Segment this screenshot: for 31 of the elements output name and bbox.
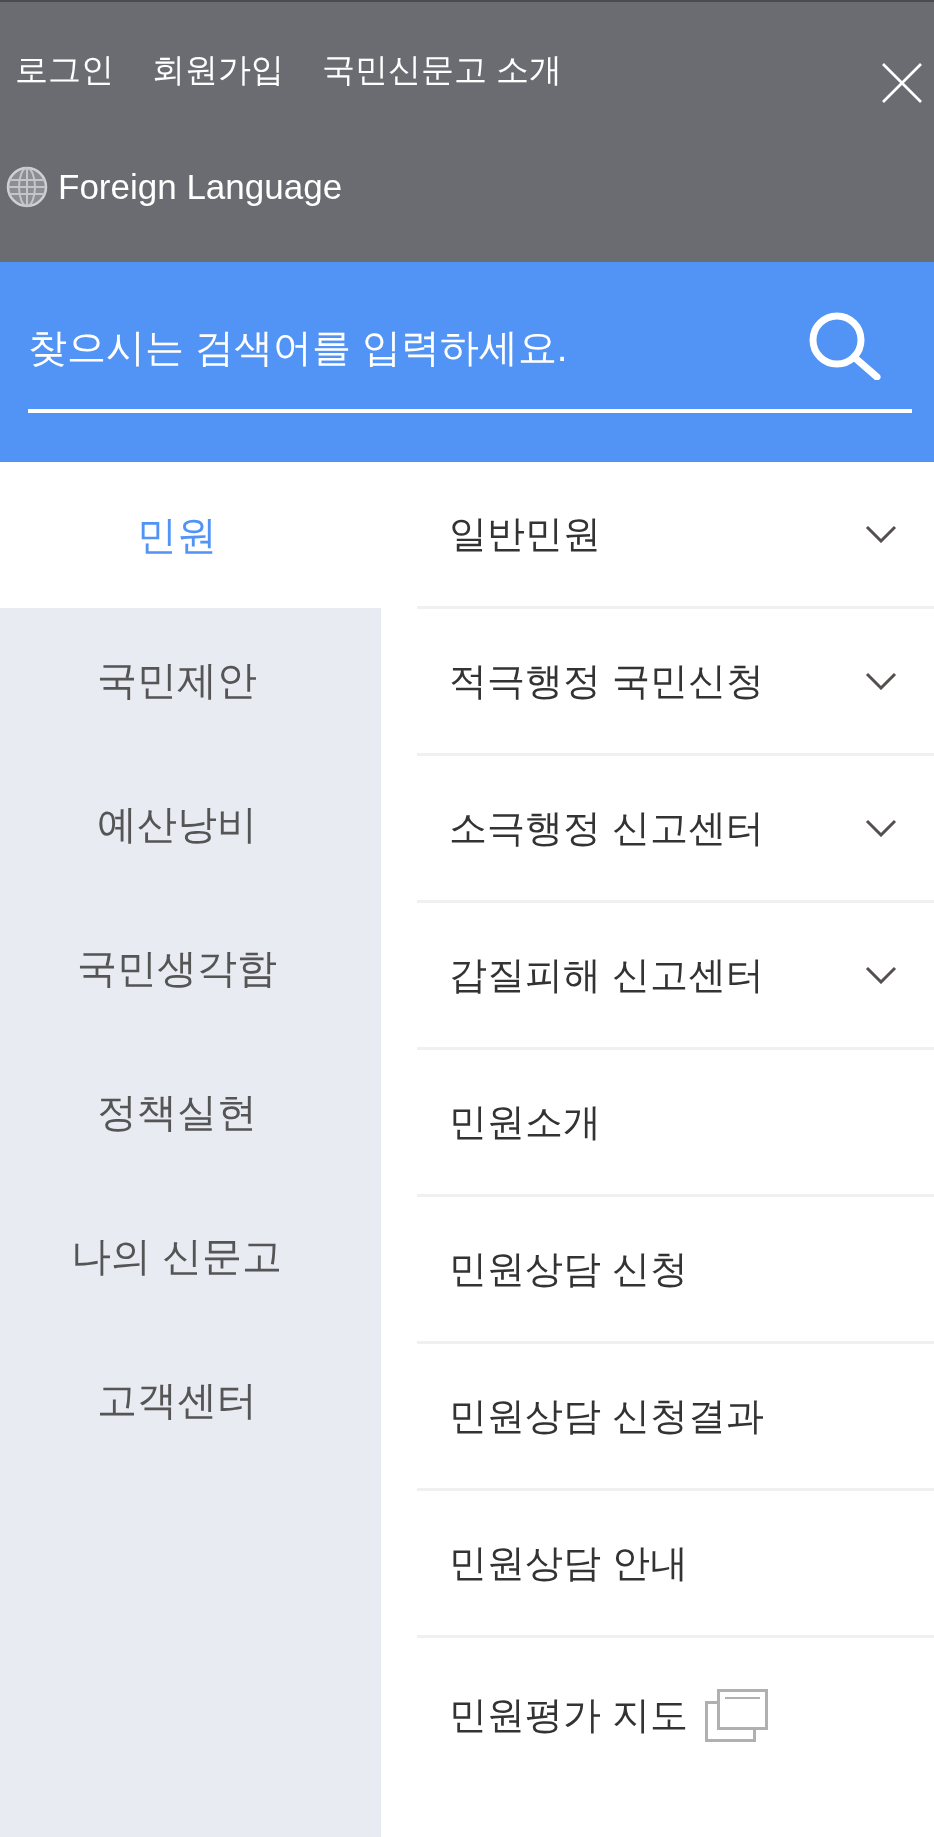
submenu-item[interactable]: 갑질피해 신고센터 — [417, 903, 934, 1050]
submenu-item[interactable]: 적극행정 국민신청 — [417, 609, 934, 756]
search-field[interactable]: 찾으시는 검색어를 입력하세요. — [28, 298, 912, 413]
new-window-icon — [704, 1689, 768, 1742]
submenu-item[interactable]: 민원소개 — [417, 1050, 934, 1197]
top-link[interactable]: 로그인 — [15, 47, 114, 93]
top-link[interactable]: 국민신문고 소개 — [322, 47, 563, 93]
category-tab[interactable]: 나의 신문고 — [0, 1184, 381, 1328]
submenu-item[interactable]: 소극행정 신고센터 — [417, 756, 934, 903]
close-icon — [881, 62, 923, 104]
category-tab[interactable]: 국민제안 — [0, 608, 381, 752]
chevron-down-icon — [865, 525, 897, 543]
submenu-item[interactable]: 민원상담 신청결과 — [417, 1344, 934, 1491]
search-icon — [807, 311, 881, 380]
top-link[interactable]: 회원가입 — [152, 47, 284, 93]
category-tab[interactable]: 예산낭비 — [0, 752, 381, 896]
globe-icon — [6, 166, 48, 208]
submenu-item[interactable]: 민원상담 신청 — [417, 1197, 934, 1344]
category-tab[interactable]: 정책실현 — [0, 1040, 381, 1184]
category-tab[interactable]: 국민생각함 — [0, 896, 381, 1040]
category-tab[interactable]: 고객센터 — [0, 1328, 381, 1472]
search-input[interactable]: 찾으시는 검색어를 입력하세요. — [28, 325, 787, 370]
submenu-item[interactable]: 일반민원 — [417, 462, 934, 609]
language-link[interactable]: Foreign Language — [6, 166, 343, 208]
close-button[interactable] — [881, 62, 923, 104]
submenu-item[interactable]: 민원상담 안내 — [417, 1491, 934, 1638]
chevron-down-icon — [865, 966, 897, 984]
submenu-item[interactable]: 민원평가 지도 — [417, 1638, 934, 1785]
chevron-down-icon — [865, 672, 897, 690]
search-button[interactable] — [807, 311, 881, 380]
chevron-down-icon — [865, 819, 897, 837]
